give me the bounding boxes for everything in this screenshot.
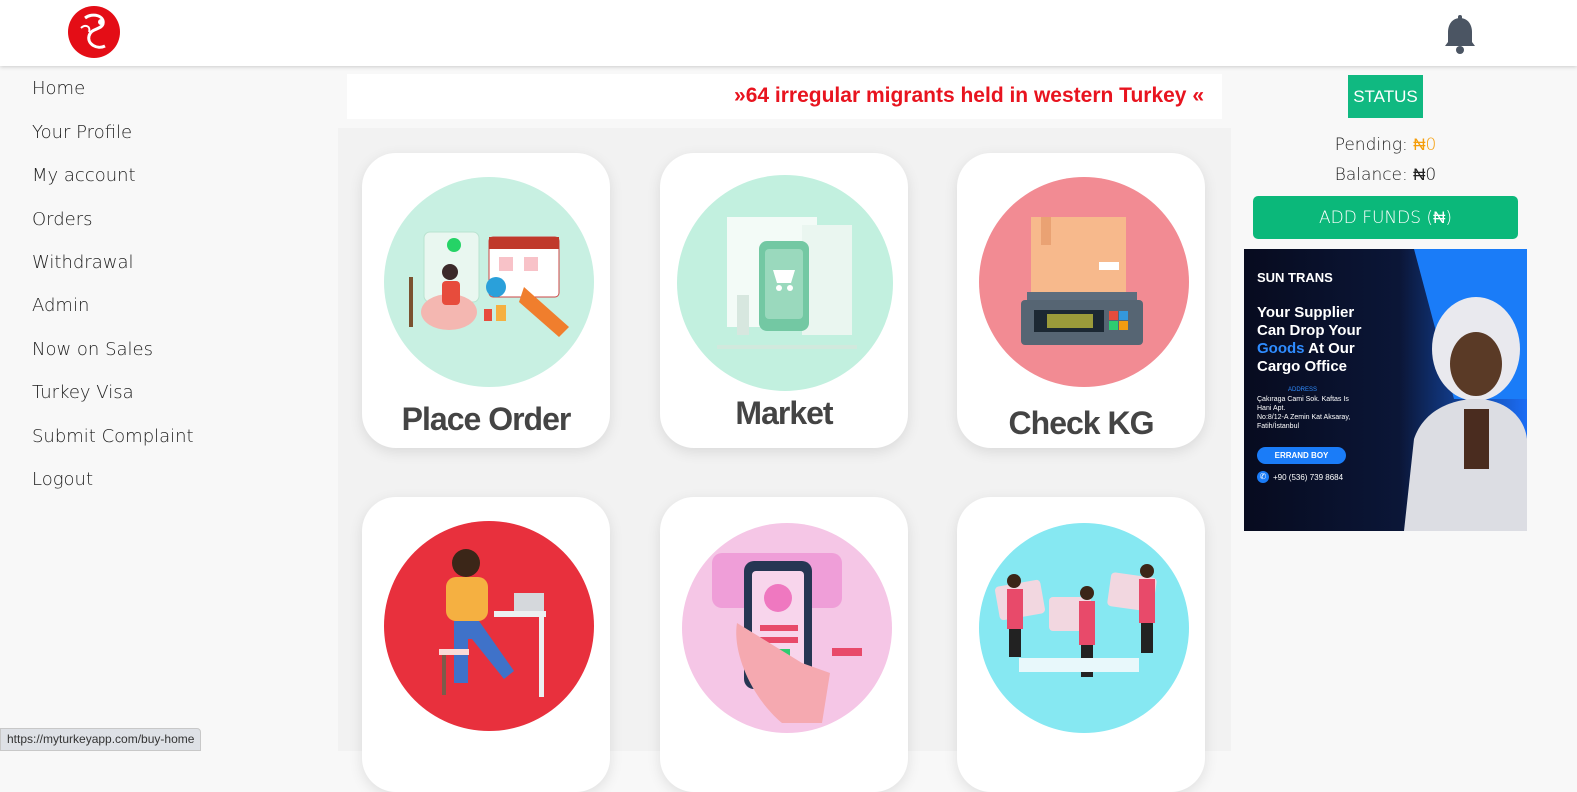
card-market-label: Market	[735, 395, 833, 431]
ad-headline-at-our: At Our	[1304, 340, 1355, 357]
card-check-kg[interactable]: Check KG	[957, 153, 1205, 448]
market-illustration-icon	[677, 175, 893, 391]
sidebar-item-submit-complaint[interactable]: Submit Complaint	[32, 426, 194, 447]
balance-value: ₦0	[1413, 165, 1437, 185]
sidebar-item-logout[interactable]: Logout	[32, 469, 93, 490]
sidebar-item-orders[interactable]: Orders	[32, 209, 93, 230]
ad-phone: +90 (536) 739 8684	[1273, 472, 1344, 482]
sidebar-item-admin[interactable]: Admin	[32, 295, 89, 316]
card-market[interactable]: Market	[660, 153, 908, 448]
top-bar	[0, 0, 1577, 66]
status-button[interactable]: STATUS	[1348, 75, 1423, 118]
ad-headline-goods: Goods	[1257, 340, 1305, 357]
ad-brand: SUN TRANS	[1257, 270, 1333, 285]
cargo-advertisement[interactable]: SUN TRANS Your Supplier Can Drop Your Go…	[1244, 249, 1527, 531]
balance-label: Balance:	[1334, 165, 1408, 185]
card-check-kg-label: Check KG	[1008, 405, 1155, 441]
ad-address: Çakıraga Cami Sok. Kaftas Is Hani Apt. N…	[1257, 395, 1350, 431]
phone-icon: ✆	[1257, 471, 1269, 483]
ad-address-label: ADDRESS	[1288, 387, 1318, 393]
card-sizing-guide[interactable]	[957, 497, 1205, 792]
ad-address-line1: Çakıraga Cami Sok. Kaftas Is	[1257, 396, 1349, 403]
sidebar-item-my-account[interactable]: My account	[32, 165, 136, 186]
sidebar-item-turkey-visa[interactable]: Turkey Visa	[32, 382, 134, 403]
sidebar-item-your-profile[interactable]: Your Profile	[32, 122, 132, 143]
ad-phone-row: ✆ +90 (536) 739 8684	[1257, 471, 1343, 483]
browser-status-url: https://myturkeyapp.com/buy-home	[0, 728, 202, 751]
ad-headline-line3: Goods At Our	[1257, 340, 1361, 358]
ad-address-line4: Fatih/İstanbul	[1257, 423, 1300, 430]
pending-value: ₦0	[1413, 135, 1437, 155]
woman-at-laptop-illustration-icon	[384, 521, 594, 731]
card-place-order-label: Place Order	[401, 401, 572, 437]
sidebar-item-home[interactable]: Home	[32, 78, 85, 99]
sidebar-item-now-on-sales[interactable]: Now on Sales	[32, 339, 153, 360]
pending-row: Pending: ₦0	[1253, 135, 1518, 155]
phone-call-illustration-icon	[682, 523, 892, 733]
news-ticker[interactable]: »64 irregular migrants held in western T…	[347, 74, 1222, 119]
service-card-grid: Place Order Market Check KG	[338, 128, 1231, 792]
ad-headline-line1: Your Supplier	[1257, 304, 1355, 321]
brand-logo-icon[interactable]	[67, 6, 121, 58]
ticker-text[interactable]: »64 irregular migrants held in western T…	[734, 84, 1204, 108]
ad-headline-line4: Cargo Office	[1257, 358, 1348, 375]
scale-illustration-icon	[979, 177, 1189, 387]
add-funds-button[interactable]: ADD FUNDS (₦)	[1253, 196, 1518, 239]
bell-icon[interactable]	[1442, 15, 1478, 55]
card-place-order[interactable]: Place Order	[362, 153, 610, 448]
ad-headline: Your Supplier Can Drop Your Goods At Our…	[1257, 304, 1361, 376]
ad-address-line2: Hani Apt.	[1257, 405, 1286, 412]
card-company[interactable]	[660, 497, 908, 792]
ad-headline-line2: Can Drop Your	[1257, 322, 1362, 339]
card-tutorial[interactable]	[362, 497, 610, 792]
sidebar-item-withdrawal[interactable]: Withdrawal	[32, 252, 133, 273]
sizing-puzzle-illustration-icon	[979, 523, 1189, 733]
place-order-illustration-icon	[384, 177, 594, 387]
ad-cta-button[interactable]: ERRAND BOY	[1257, 447, 1346, 464]
balance-row: Balance: ₦0	[1253, 165, 1518, 185]
ad-address-line3: No:8/12-A Zemin Kat Aksaray,	[1257, 414, 1351, 421]
sidebar: Home Your Profile My account Orders With…	[0, 66, 335, 751]
pending-label: Pending:	[1334, 135, 1408, 155]
